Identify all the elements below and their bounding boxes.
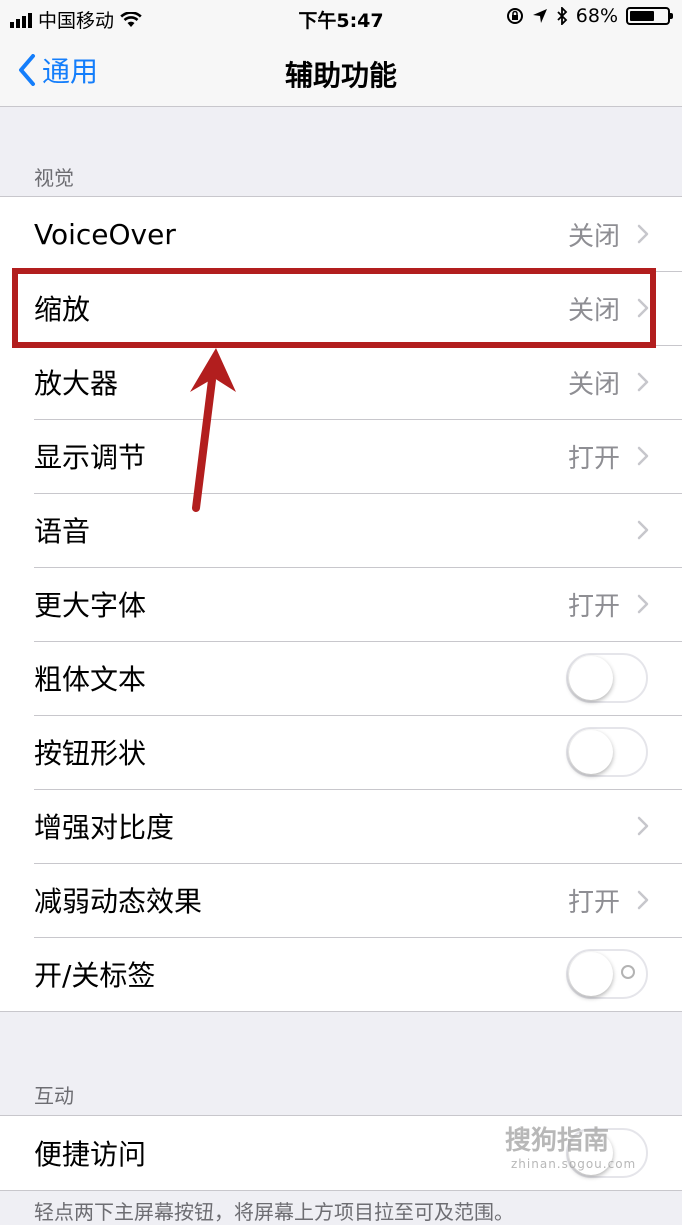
watermark-logo: 搜狗指南 zhinan.sogou.com [505, 1120, 636, 1171]
settings-row[interactable]: 粗体文本 [0, 641, 682, 715]
row-label: 显示调节 [34, 441, 147, 474]
section-header-interaction: 互动 [34, 1084, 74, 1108]
settings-row[interactable]: 按钮形状 [0, 715, 682, 789]
chevron-right-icon [637, 890, 649, 910]
watermark-text: 搜狗指南 [505, 1126, 610, 1156]
row-label: 便捷访问 [34, 1138, 147, 1171]
row-label: 按钮形状 [34, 737, 147, 770]
settings-row[interactable]: 减弱动态效果 打开 [0, 863, 682, 937]
chevron-right-icon [637, 594, 649, 614]
toggle-switch[interactable] [566, 949, 648, 999]
settings-row[interactable]: 语音 [0, 493, 682, 567]
battery-icon [626, 7, 673, 25]
orientation-lock-icon [506, 8, 523, 24]
location-icon [532, 9, 547, 23]
status-bar: 中国移动 下午5:47 68% [0, 0, 682, 36]
off-indicator-icon [621, 965, 635, 979]
row-label: 开/关标签 [34, 959, 156, 992]
chevron-right-icon [637, 446, 649, 466]
annotation-highlight-box [12, 268, 656, 348]
row-value: 打开 [567, 591, 620, 622]
row-label: 增强对比度 [34, 811, 175, 844]
settings-row[interactable]: 显示调节 打开 [0, 419, 682, 493]
section-header-vision: 视觉 [34, 166, 74, 190]
bluetooth-icon [557, 7, 568, 25]
toggle-knob [569, 952, 613, 996]
row-value: 关闭 [567, 221, 620, 252]
chevron-right-icon [637, 816, 649, 836]
settings-row[interactable]: 放大器 关闭 [0, 345, 682, 419]
row-value: 关闭 [567, 369, 620, 400]
navigation-bar: 通用 辅助功能 [0, 36, 682, 107]
row-label: 减弱动态效果 [34, 885, 203, 918]
row-label: 放大器 [34, 367, 119, 400]
row-label: 粗体文本 [34, 663, 147, 696]
row-value: 打开 [567, 443, 620, 474]
row-label: 更大字体 [34, 589, 147, 622]
watermark-url: zhinan.sogou.com [511, 1157, 637, 1171]
chevron-right-icon [637, 520, 649, 540]
row-value: 打开 [567, 887, 620, 918]
row-label: VoiceOver [34, 217, 176, 251]
settings-row[interactable]: 开/关标签 [0, 937, 682, 1011]
chevron-right-icon [637, 224, 649, 244]
chevron-right-icon [637, 372, 649, 392]
settings-row[interactable]: 增强对比度 [0, 789, 682, 863]
toggle-switch[interactable] [566, 727, 648, 777]
section-footer-text: 轻点两下主屏幕按钮，将屏幕上方项目拉至可及范围。 [34, 1200, 514, 1224]
status-right: 68% [506, 5, 673, 27]
toggle-knob [569, 656, 613, 700]
settings-row[interactable]: VoiceOver 关闭 [0, 197, 682, 271]
toggle-switch[interactable] [566, 653, 648, 703]
toggle-knob [569, 730, 613, 774]
page-title: 辅助功能 [284, 59, 397, 92]
row-label: 语音 [34, 515, 91, 548]
battery-percent: 68% [575, 5, 618, 27]
settings-row[interactable]: 更大字体 打开 [0, 567, 682, 641]
